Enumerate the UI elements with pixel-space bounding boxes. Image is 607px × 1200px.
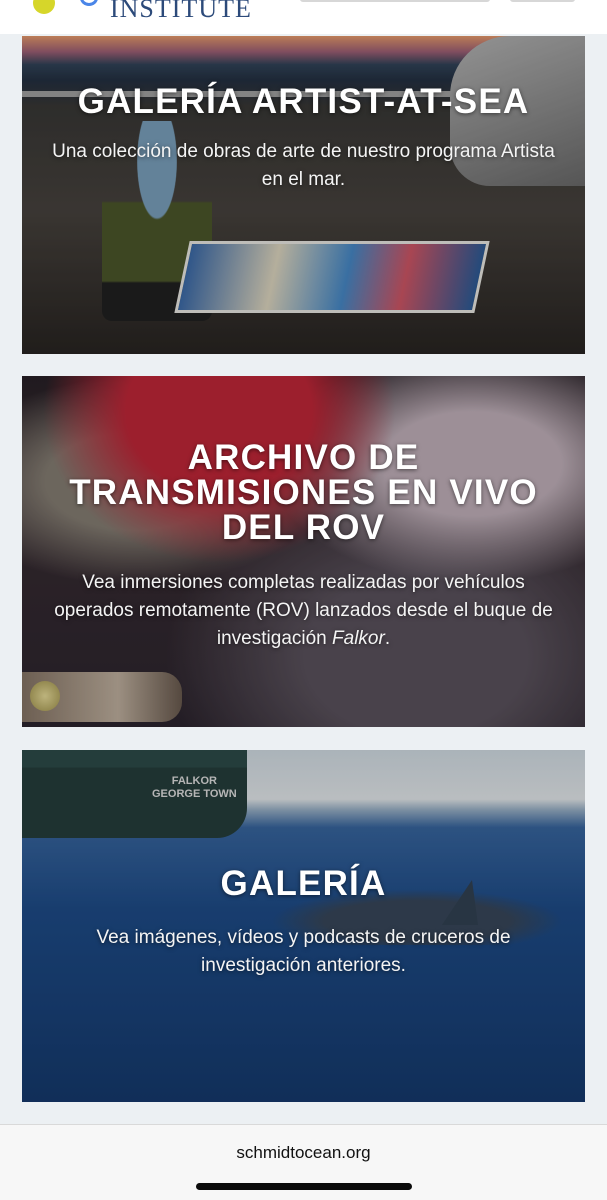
card-title: GALERÍA ARTIST-AT-SEA xyxy=(77,82,530,121)
logo-mark-icon[interactable] xyxy=(33,0,55,14)
loading-indicator-icon xyxy=(80,0,98,6)
home-indicator[interactable] xyxy=(196,1183,412,1190)
card-rov-livestream-archive[interactable]: ARCHIVO DE TRANSMISIONES EN VIVO DEL ROV… xyxy=(22,376,585,727)
card-description: Una colección de obras de arte de nuestr… xyxy=(52,141,555,190)
header-bar xyxy=(300,0,490,2)
card-artist-at-sea[interactable]: GALERÍA ARTIST-AT-SEA Una colección de o… xyxy=(22,36,585,354)
site-logo-text[interactable]: INSTITUTE xyxy=(110,0,252,24)
card-content: GALERÍA ARTIST-AT-SEA Una colección de o… xyxy=(22,84,585,194)
browser-bottom-bar: schmidtocean.org xyxy=(0,1124,607,1200)
header-bar-secondary xyxy=(510,0,575,2)
card-content: GALERÍA Vea imágenes, vídeos y podcasts … xyxy=(22,866,585,980)
vessel-name: Falkor xyxy=(332,628,385,649)
card-content: ARCHIVO DE TRANSMISIONES EN VIVO DEL ROV… xyxy=(22,440,585,653)
site-header: INSTITUTE xyxy=(0,0,607,34)
card-description: Vea imágenes, vídeos y podcasts de cruce… xyxy=(96,927,511,976)
card-title: ARCHIVO DE TRANSMISIONES EN VIVO DEL ROV xyxy=(69,438,538,547)
card-title: GALERÍA xyxy=(220,864,387,903)
card-gallery[interactable]: FALKOR GEORGE TOWN GALERÍA Vea imágenes,… xyxy=(22,750,585,1102)
card-description: Vea inmersiones completas realizadas por… xyxy=(54,572,553,649)
address-bar-url[interactable]: schmidtocean.org xyxy=(0,1143,607,1163)
